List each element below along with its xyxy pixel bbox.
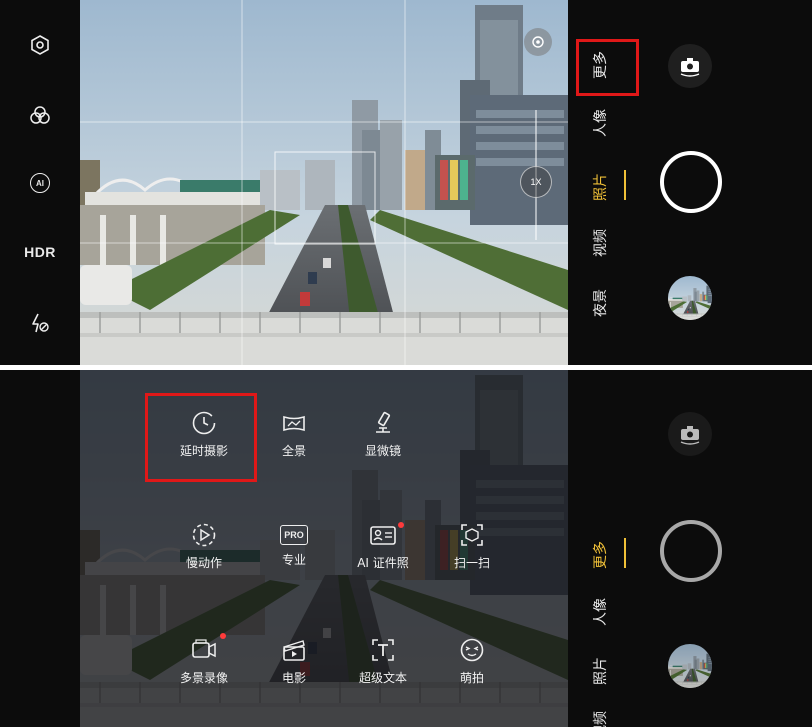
mode-bar: 更多 人像 照片 视频 夜景 [568,0,812,365]
mode-panorama-label: 全景 [281,444,306,458]
mode-slow-motion-label: 慢动作 [185,556,222,570]
mode-photo[interactable]: 照片 [590,173,610,201]
mode-scan-label: 扫一扫 [453,556,490,570]
active-mode-indicator [624,170,626,200]
mode-pro[interactable]: PRO 专业 [246,522,342,568]
mode-microscope[interactable]: 显微镜 [335,410,431,459]
mode-slow-motion[interactable]: 慢动作 [156,522,252,571]
mode-panorama[interactable]: 全景 [246,410,342,459]
highlight-box-more [576,39,639,96]
lens-switch-icon[interactable] [524,28,552,56]
mode-video[interactable]: 视频 [590,711,610,727]
mode-video[interactable]: 视频 [590,229,610,257]
flash-off-icon[interactable] [0,310,80,336]
cute-face-icon [460,638,484,662]
mode-super-text[interactable]: 超级文本 [335,637,431,686]
slow-motion-icon [192,523,216,547]
movie-clapper-icon [283,640,305,661]
settings-sidebar: AI HDR [0,0,80,365]
mode-movie-label: 电影 [281,671,306,685]
mode-photo[interactable]: 照片 [590,657,610,685]
mode-ai-id-photo-label: AI 证件照 [357,556,409,570]
zoom-label: 1X [530,177,542,187]
active-mode-indicator [624,538,626,568]
mode-movie[interactable]: 电影 [246,637,342,686]
panorama-icon [283,415,305,432]
mode-portrait[interactable]: 人像 [590,109,610,137]
zoom-button[interactable]: 1X [520,166,552,198]
switch-camera-icon [680,426,700,445]
camera-more-modes-screen: 延时摄影 全景 显微镜 慢动作 PRO 专业 AI 证件照 扫一扫 多景录像 电… [0,370,812,727]
ai-icon[interactable]: AI [0,170,80,196]
gallery-thumbnail[interactable] [668,644,712,688]
super-text-icon [372,639,394,661]
mode-more[interactable]: 更多 [590,541,610,569]
hdr-button[interactable]: HDR [0,240,80,264]
camera-photo-mode-screen: 1X AI HDR 更多 人像 照片 视频 夜景 [0,0,812,365]
mode-multi-view-video[interactable]: 多景录像 [156,633,252,686]
mode-multi-view-video-label: 多景录像 [179,671,228,685]
mode-super-text-label: 超级文本 [358,671,407,685]
id-photo-icon [370,526,396,545]
shutter-button[interactable] [660,520,722,582]
filter-circles-icon[interactable] [0,102,80,128]
switch-camera-button[interactable] [668,412,712,456]
new-badge-dot [398,522,404,528]
scan-icon [461,524,483,546]
pro-icon: PRO [280,525,308,545]
pro-badge-text: PRO [284,530,304,540]
highlight-box-timelapse [145,393,257,482]
new-badge-dot [220,633,226,639]
switch-camera-button[interactable] [668,44,712,88]
mode-cute-shot[interactable]: 萌拍 [424,637,520,686]
hexagon-settings-icon[interactable] [0,32,80,58]
viewfinder[interactable]: 1X [80,0,568,365]
mode-portrait[interactable]: 人像 [590,598,610,626]
shutter-button[interactable] [660,151,722,213]
multi-view-video-icon [192,639,216,658]
mode-microscope-label: 显微镜 [364,444,401,458]
mode-scan[interactable]: 扫一扫 [424,522,520,571]
mode-bar: 更多 人像 照片 视频 [568,370,812,727]
mode-pro-label: 专业 [281,553,306,567]
mode-ai-id-photo[interactable]: AI 证件照 [335,522,431,571]
gallery-thumbnail[interactable] [668,276,712,320]
grid-overlay [80,0,568,365]
switch-camera-icon [680,58,700,77]
ai-label: AI [36,178,44,188]
mode-cute-shot-label: 萌拍 [459,671,484,685]
left-empty-bar [0,370,80,727]
mode-night[interactable]: 夜景 [590,289,610,317]
microscope-icon [376,411,391,433]
